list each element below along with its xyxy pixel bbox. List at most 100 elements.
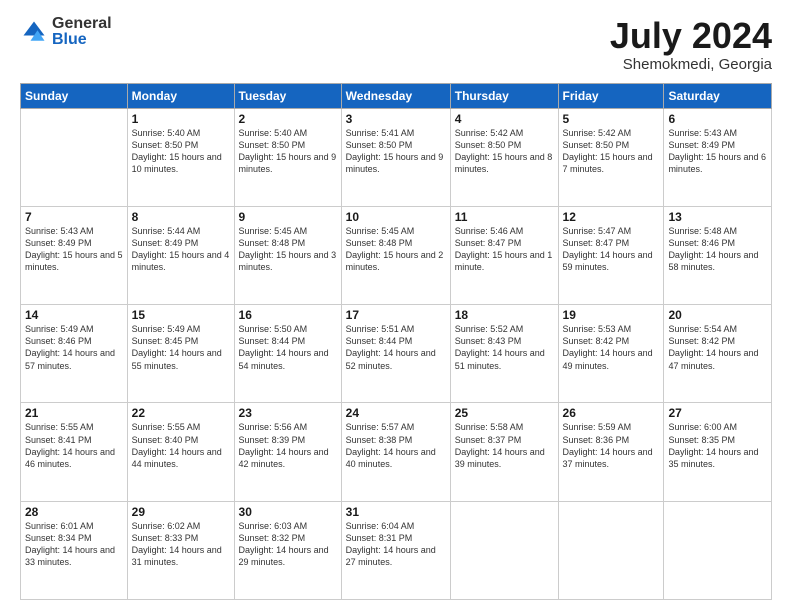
logo-blue-text: Blue bbox=[52, 32, 112, 48]
day-number: 6 bbox=[668, 112, 767, 126]
calendar-cell: 14Sunrise: 5:49 AM Sunset: 8:46 PM Dayli… bbox=[21, 305, 128, 403]
calendar-cell: 20Sunrise: 5:54 AM Sunset: 8:42 PM Dayli… bbox=[664, 305, 772, 403]
day-number: 1 bbox=[132, 112, 230, 126]
day-number: 5 bbox=[563, 112, 660, 126]
calendar-cell: 27Sunrise: 6:00 AM Sunset: 8:35 PM Dayli… bbox=[664, 403, 772, 501]
calendar-cell: 25Sunrise: 5:58 AM Sunset: 8:37 PM Dayli… bbox=[450, 403, 558, 501]
cell-info: Sunrise: 5:40 AM Sunset: 8:50 PM Dayligh… bbox=[132, 127, 230, 176]
calendar-cell: 21Sunrise: 5:55 AM Sunset: 8:41 PM Dayli… bbox=[21, 403, 128, 501]
calendar-cell bbox=[21, 108, 128, 206]
cell-info: Sunrise: 5:58 AM Sunset: 8:37 PM Dayligh… bbox=[455, 421, 554, 470]
day-number: 2 bbox=[239, 112, 337, 126]
calendar-cell: 30Sunrise: 6:03 AM Sunset: 8:32 PM Dayli… bbox=[234, 501, 341, 599]
calendar-cell: 13Sunrise: 5:48 AM Sunset: 8:46 PM Dayli… bbox=[664, 206, 772, 304]
week-row-3: 21Sunrise: 5:55 AM Sunset: 8:41 PM Dayli… bbox=[21, 403, 772, 501]
day-header-monday: Monday bbox=[127, 83, 234, 108]
day-number: 25 bbox=[455, 406, 554, 420]
day-number: 18 bbox=[455, 308, 554, 322]
calendar-cell: 24Sunrise: 5:57 AM Sunset: 8:38 PM Dayli… bbox=[341, 403, 450, 501]
cell-info: Sunrise: 5:52 AM Sunset: 8:43 PM Dayligh… bbox=[455, 323, 554, 372]
cell-info: Sunrise: 5:53 AM Sunset: 8:42 PM Dayligh… bbox=[563, 323, 660, 372]
day-number: 23 bbox=[239, 406, 337, 420]
day-header-wednesday: Wednesday bbox=[341, 83, 450, 108]
cell-info: Sunrise: 5:43 AM Sunset: 8:49 PM Dayligh… bbox=[25, 225, 123, 274]
location: Shemokmedi, Georgia bbox=[610, 56, 772, 73]
day-number: 9 bbox=[239, 210, 337, 224]
cell-info: Sunrise: 5:40 AM Sunset: 8:50 PM Dayligh… bbox=[239, 127, 337, 176]
day-number: 26 bbox=[563, 406, 660, 420]
calendar-table: SundayMondayTuesdayWednesdayThursdayFrid… bbox=[20, 83, 772, 600]
week-row-2: 14Sunrise: 5:49 AM Sunset: 8:46 PM Dayli… bbox=[21, 305, 772, 403]
cell-info: Sunrise: 5:59 AM Sunset: 8:36 PM Dayligh… bbox=[563, 421, 660, 470]
day-number: 21 bbox=[25, 406, 123, 420]
day-number: 14 bbox=[25, 308, 123, 322]
day-number: 8 bbox=[132, 210, 230, 224]
calendar-cell: 22Sunrise: 5:55 AM Sunset: 8:40 PM Dayli… bbox=[127, 403, 234, 501]
cell-info: Sunrise: 5:46 AM Sunset: 8:47 PM Dayligh… bbox=[455, 225, 554, 274]
cell-info: Sunrise: 6:04 AM Sunset: 8:31 PM Dayligh… bbox=[346, 520, 446, 569]
calendar-cell: 11Sunrise: 5:46 AM Sunset: 8:47 PM Dayli… bbox=[450, 206, 558, 304]
cell-info: Sunrise: 5:47 AM Sunset: 8:47 PM Dayligh… bbox=[563, 225, 660, 274]
title-block: July 2024 Shemokmedi, Georgia bbox=[610, 16, 772, 73]
calendar-cell: 29Sunrise: 6:02 AM Sunset: 8:33 PM Dayli… bbox=[127, 501, 234, 599]
cell-info: Sunrise: 5:54 AM Sunset: 8:42 PM Dayligh… bbox=[668, 323, 767, 372]
cell-info: Sunrise: 6:02 AM Sunset: 8:33 PM Dayligh… bbox=[132, 520, 230, 569]
day-number: 10 bbox=[346, 210, 446, 224]
day-number: 17 bbox=[346, 308, 446, 322]
cell-info: Sunrise: 5:56 AM Sunset: 8:39 PM Dayligh… bbox=[239, 421, 337, 470]
calendar-cell bbox=[450, 501, 558, 599]
day-number: 12 bbox=[563, 210, 660, 224]
calendar-cell: 18Sunrise: 5:52 AM Sunset: 8:43 PM Dayli… bbox=[450, 305, 558, 403]
cell-info: Sunrise: 5:49 AM Sunset: 8:45 PM Dayligh… bbox=[132, 323, 230, 372]
day-number: 30 bbox=[239, 505, 337, 519]
calendar-cell: 8Sunrise: 5:44 AM Sunset: 8:49 PM Daylig… bbox=[127, 206, 234, 304]
cell-info: Sunrise: 5:42 AM Sunset: 8:50 PM Dayligh… bbox=[563, 127, 660, 176]
cell-info: Sunrise: 5:45 AM Sunset: 8:48 PM Dayligh… bbox=[346, 225, 446, 274]
day-number: 11 bbox=[455, 210, 554, 224]
calendar-cell: 6Sunrise: 5:43 AM Sunset: 8:49 PM Daylig… bbox=[664, 108, 772, 206]
cell-info: Sunrise: 5:48 AM Sunset: 8:46 PM Dayligh… bbox=[668, 225, 767, 274]
day-number: 31 bbox=[346, 505, 446, 519]
calendar-cell: 9Sunrise: 5:45 AM Sunset: 8:48 PM Daylig… bbox=[234, 206, 341, 304]
day-number: 13 bbox=[668, 210, 767, 224]
week-row-1: 7Sunrise: 5:43 AM Sunset: 8:49 PM Daylig… bbox=[21, 206, 772, 304]
cell-info: Sunrise: 5:43 AM Sunset: 8:49 PM Dayligh… bbox=[668, 127, 767, 176]
calendar-cell: 26Sunrise: 5:59 AM Sunset: 8:36 PM Dayli… bbox=[558, 403, 664, 501]
day-number: 16 bbox=[239, 308, 337, 322]
calendar-cell: 7Sunrise: 5:43 AM Sunset: 8:49 PM Daylig… bbox=[21, 206, 128, 304]
calendar-cell: 28Sunrise: 6:01 AM Sunset: 8:34 PM Dayli… bbox=[21, 501, 128, 599]
day-number: 22 bbox=[132, 406, 230, 420]
day-number: 19 bbox=[563, 308, 660, 322]
logo-icon bbox=[20, 18, 48, 46]
calendar-cell: 12Sunrise: 5:47 AM Sunset: 8:47 PM Dayli… bbox=[558, 206, 664, 304]
calendar-cell: 5Sunrise: 5:42 AM Sunset: 8:50 PM Daylig… bbox=[558, 108, 664, 206]
cell-info: Sunrise: 6:03 AM Sunset: 8:32 PM Dayligh… bbox=[239, 520, 337, 569]
calendar-cell: 31Sunrise: 6:04 AM Sunset: 8:31 PM Dayli… bbox=[341, 501, 450, 599]
cell-info: Sunrise: 6:00 AM Sunset: 8:35 PM Dayligh… bbox=[668, 421, 767, 470]
cell-info: Sunrise: 5:42 AM Sunset: 8:50 PM Dayligh… bbox=[455, 127, 554, 176]
page: General Blue July 2024 Shemokmedi, Georg… bbox=[0, 0, 792, 612]
day-number: 7 bbox=[25, 210, 123, 224]
cell-info: Sunrise: 5:55 AM Sunset: 8:40 PM Dayligh… bbox=[132, 421, 230, 470]
cell-info: Sunrise: 5:41 AM Sunset: 8:50 PM Dayligh… bbox=[346, 127, 446, 176]
day-number: 3 bbox=[346, 112, 446, 126]
day-header-thursday: Thursday bbox=[450, 83, 558, 108]
cell-info: Sunrise: 5:44 AM Sunset: 8:49 PM Dayligh… bbox=[132, 225, 230, 274]
day-header-saturday: Saturday bbox=[664, 83, 772, 108]
cell-info: Sunrise: 6:01 AM Sunset: 8:34 PM Dayligh… bbox=[25, 520, 123, 569]
calendar-cell: 19Sunrise: 5:53 AM Sunset: 8:42 PM Dayli… bbox=[558, 305, 664, 403]
day-number: 28 bbox=[25, 505, 123, 519]
calendar-cell: 16Sunrise: 5:50 AM Sunset: 8:44 PM Dayli… bbox=[234, 305, 341, 403]
cell-info: Sunrise: 5:55 AM Sunset: 8:41 PM Dayligh… bbox=[25, 421, 123, 470]
calendar-cell: 23Sunrise: 5:56 AM Sunset: 8:39 PM Dayli… bbox=[234, 403, 341, 501]
calendar-cell: 3Sunrise: 5:41 AM Sunset: 8:50 PM Daylig… bbox=[341, 108, 450, 206]
day-number: 20 bbox=[668, 308, 767, 322]
header-row: SundayMondayTuesdayWednesdayThursdayFrid… bbox=[21, 83, 772, 108]
day-header-tuesday: Tuesday bbox=[234, 83, 341, 108]
calendar-cell: 4Sunrise: 5:42 AM Sunset: 8:50 PM Daylig… bbox=[450, 108, 558, 206]
day-header-friday: Friday bbox=[558, 83, 664, 108]
day-number: 15 bbox=[132, 308, 230, 322]
month-title: July 2024 bbox=[610, 16, 772, 56]
calendar-cell bbox=[558, 501, 664, 599]
week-row-0: 1Sunrise: 5:40 AM Sunset: 8:50 PM Daylig… bbox=[21, 108, 772, 206]
